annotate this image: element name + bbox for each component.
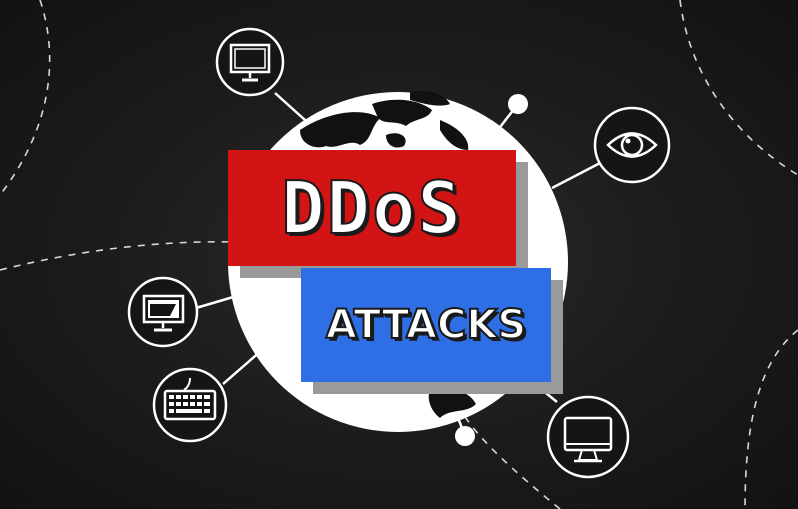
attacks-banner: ATTACKS — [301, 268, 551, 382]
title-sub: ATTACKS — [325, 301, 527, 349]
ddos-illustration: DDoS ATTACKS — [0, 0, 798, 509]
desktop-monitor-icon — [127, 276, 199, 348]
keyboard-icon — [152, 367, 228, 443]
monitor-icon — [215, 27, 285, 97]
eye-icon — [593, 106, 671, 184]
ddos-banner: DDoS — [228, 150, 516, 266]
node-dot — [508, 94, 528, 114]
title-main: DDoS — [280, 165, 463, 251]
imac-icon — [546, 395, 630, 479]
node-dot — [455, 426, 475, 446]
